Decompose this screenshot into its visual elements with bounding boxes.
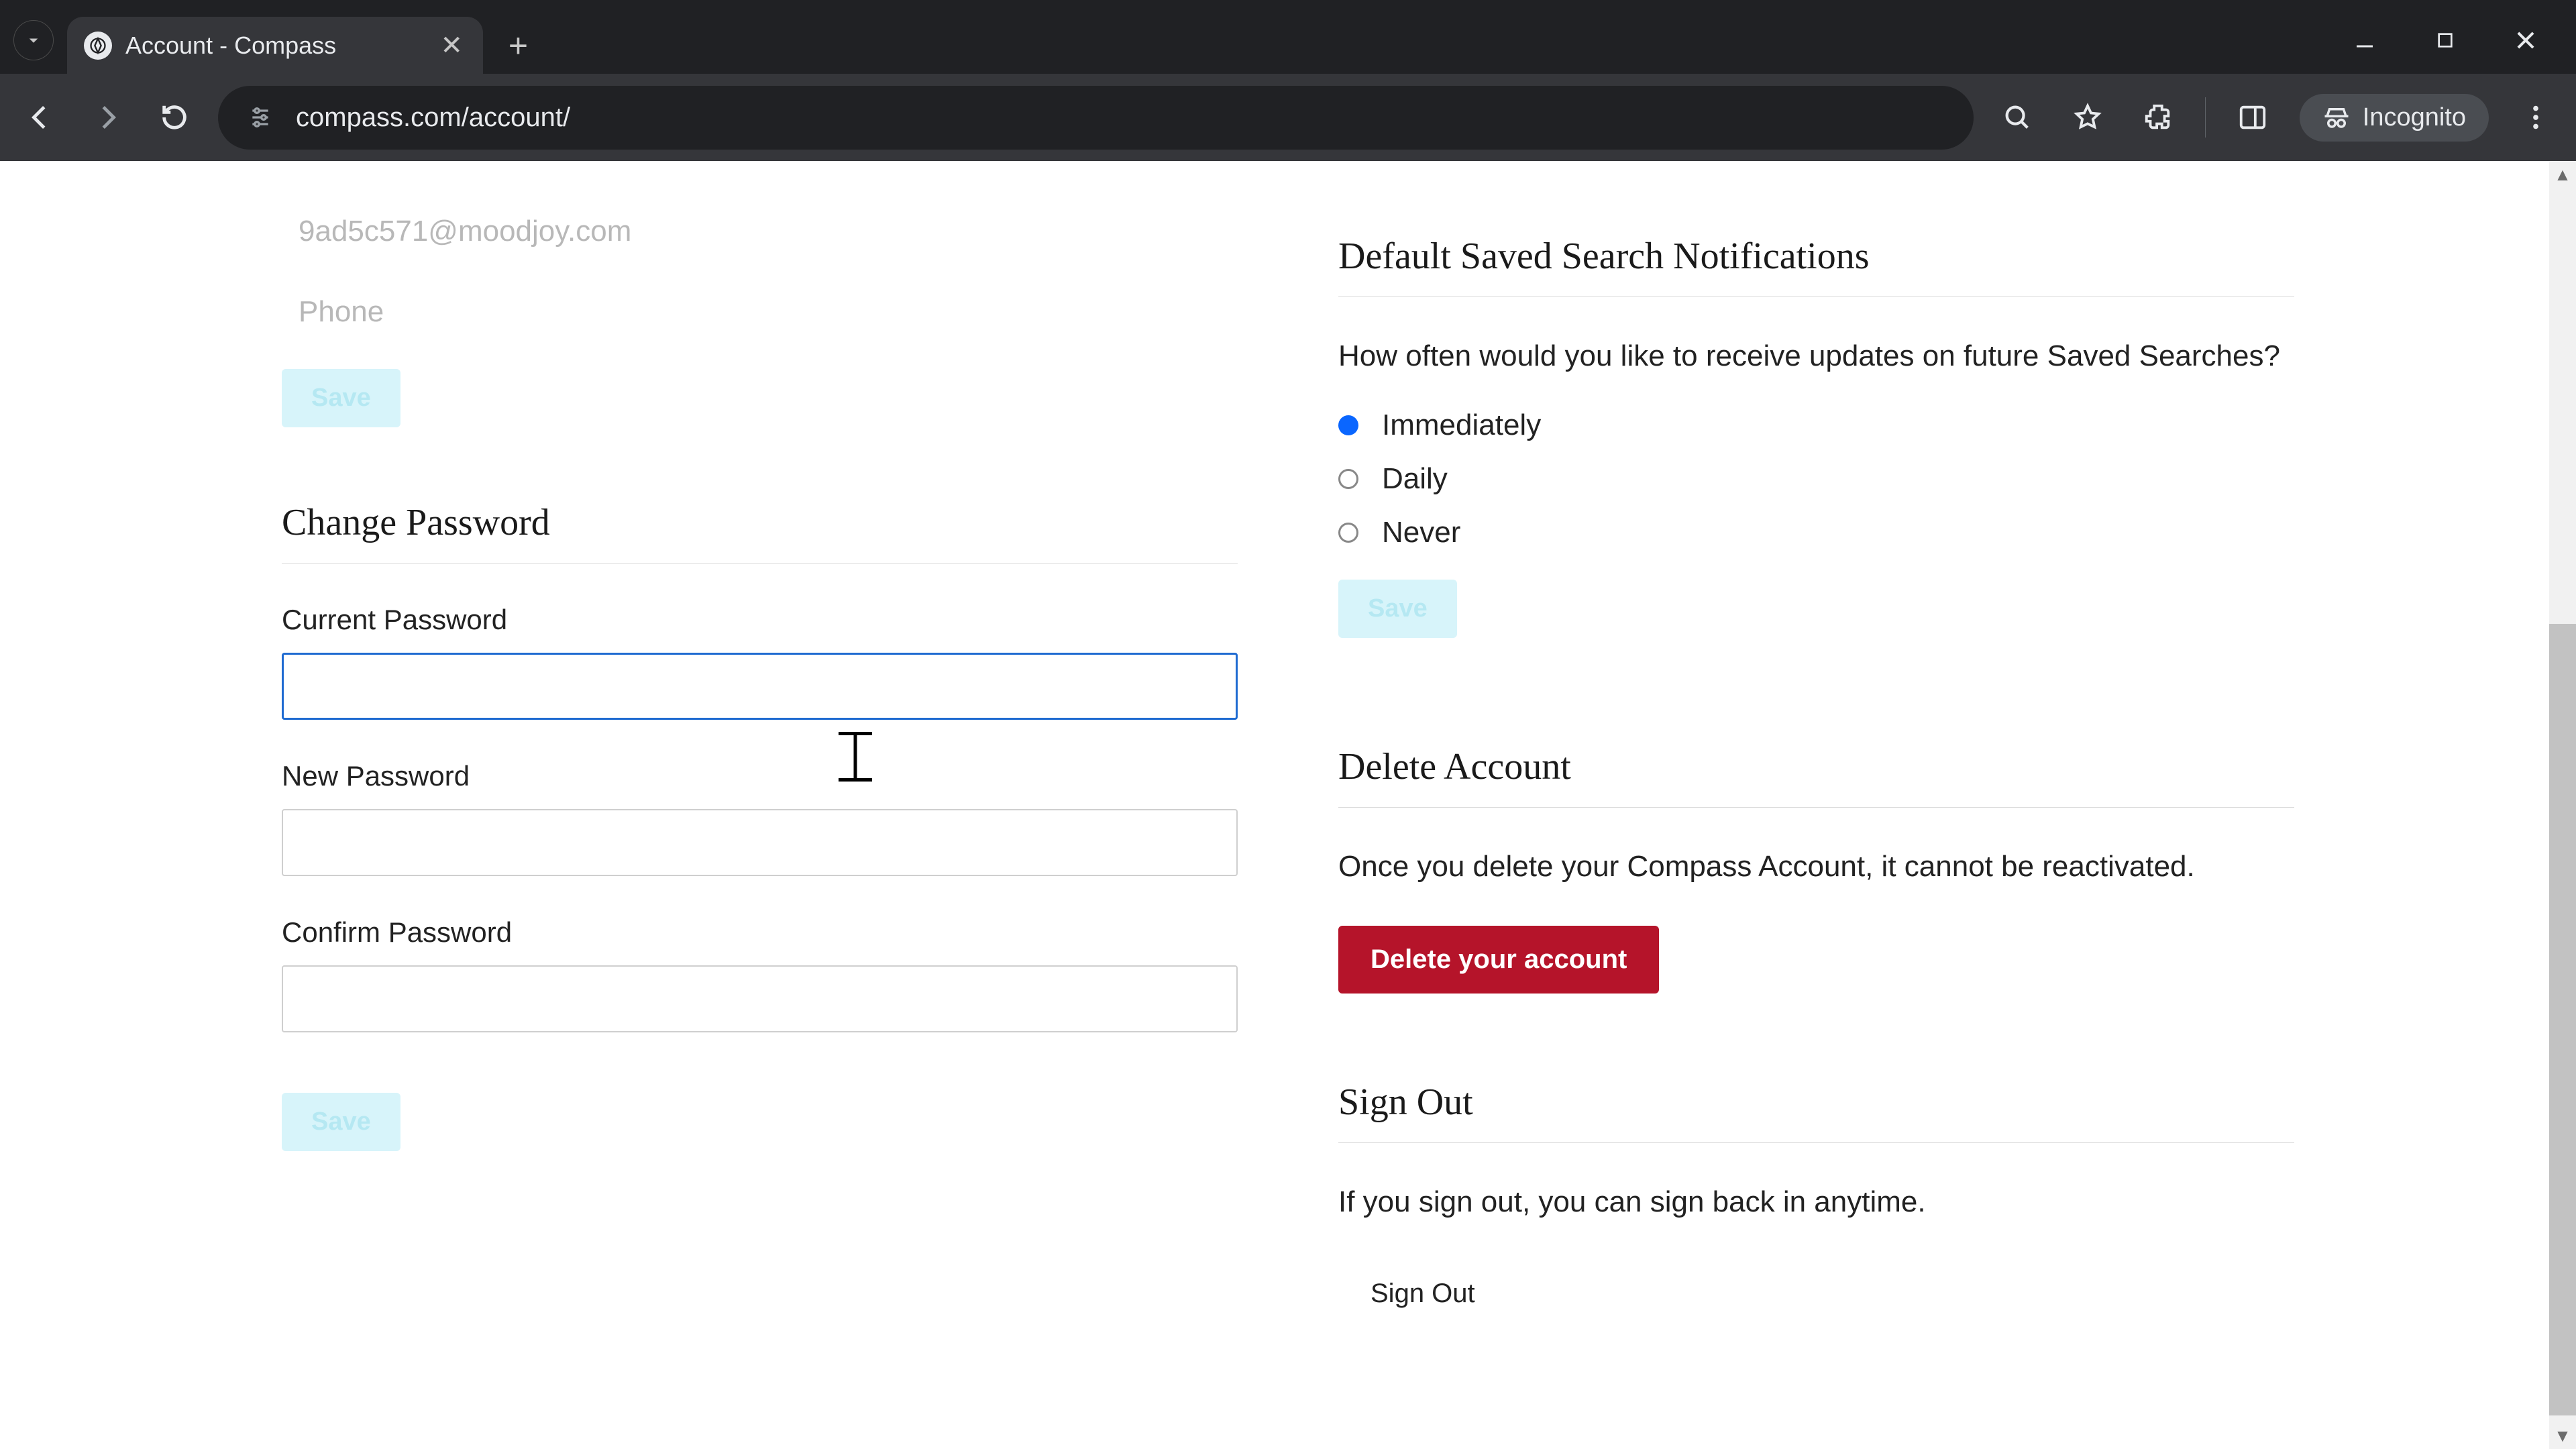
radio-icon: [1338, 523, 1358, 543]
browser-toolbar: compass.com/account/ Incognito: [0, 74, 2576, 161]
incognito-label: Incognito: [2363, 103, 2466, 132]
extensions-icon[interactable]: [2135, 94, 2182, 141]
bookmark-star-icon[interactable]: [2064, 94, 2111, 141]
url-text: compass.com/account/: [296, 103, 570, 133]
tab-favicon-icon: [84, 32, 112, 60]
text-cursor-icon: [839, 735, 872, 782]
browser-chrome: Account - Compass ✕ +: [0, 0, 2576, 161]
confirm-password-label: Confirm Password: [282, 916, 1238, 949]
confirm-password-input[interactable]: [282, 965, 1238, 1032]
sign-out-heading: Sign Out: [1338, 1081, 2294, 1143]
notifications-heading: Default Saved Search Notifications: [1338, 235, 2294, 297]
reload-button[interactable]: [151, 94, 198, 141]
phone-input-placeholder[interactable]: Phone: [282, 268, 1238, 349]
radio-option-never[interactable]: Never: [1338, 516, 2294, 549]
toolbar-right-icons: Incognito: [1994, 94, 2559, 142]
kebab-menu-icon[interactable]: [2512, 94, 2559, 141]
browser-tab[interactable]: Account - Compass ✕: [67, 17, 483, 74]
current-password-input[interactable]: [282, 653, 1238, 720]
incognito-icon: [2322, 103, 2351, 131]
forward-button: [84, 94, 131, 141]
right-column: Default Saved Search Notifications How o…: [1338, 195, 2294, 1326]
delete-account-description: Once you delete your Compass Account, it…: [1338, 845, 2294, 889]
back-button[interactable]: [17, 94, 64, 141]
sign-out-button[interactable]: Sign Out: [1338, 1261, 1507, 1326]
toolbar-divider: [2205, 97, 2206, 138]
side-panel-icon[interactable]: [2229, 94, 2276, 141]
radio-option-immediately[interactable]: Immediately: [1338, 409, 2294, 442]
scrollbar-thumb[interactable]: [2549, 624, 2576, 1415]
radio-label: Never: [1382, 516, 1460, 549]
window-maximize-icon[interactable]: [2428, 23, 2462, 57]
search-icon[interactable]: [1994, 94, 2041, 141]
radio-option-daily[interactable]: Daily: [1338, 462, 2294, 496]
new-password-input[interactable]: [282, 809, 1238, 876]
current-password-label: Current Password: [282, 604, 1238, 636]
tab-close-icon[interactable]: ✕: [440, 30, 463, 61]
new-password-label: New Password: [282, 760, 1238, 792]
radio-icon: [1338, 415, 1358, 435]
save-notifications-button[interactable]: Save: [1338, 580, 1457, 638]
tab-title: Account - Compass: [125, 32, 427, 60]
sign-out-description: If you sign out, you can sign back in an…: [1338, 1180, 2294, 1224]
scroll-down-arrow-icon[interactable]: ▼: [2549, 1422, 2576, 1449]
email-readonly-field: 9ad5c571@moodjoy.com: [282, 195, 1238, 268]
vertical-scrollbar[interactable]: ▲ ▼: [2549, 161, 2576, 1449]
window-minimize-icon[interactable]: [2348, 23, 2381, 57]
save-password-button[interactable]: Save: [282, 1093, 400, 1151]
save-profile-button[interactable]: Save: [282, 369, 400, 427]
tab-search-dropdown-icon[interactable]: [13, 20, 54, 60]
notification-frequency-radio-group: Immediately Daily Never: [1338, 409, 2294, 549]
window-controls: [2348, 23, 2576, 74]
change-password-heading: Change Password: [282, 501, 1238, 564]
radio-icon: [1338, 469, 1358, 489]
page-viewport: 9ad5c571@moodjoy.com Phone Save Change P…: [0, 161, 2576, 1449]
radio-label: Immediately: [1382, 409, 1541, 442]
new-tab-button[interactable]: +: [500, 27, 537, 64]
address-bar[interactable]: compass.com/account/: [218, 86, 1974, 150]
account-settings-page: 9ad5c571@moodjoy.com Phone Save Change P…: [0, 161, 2576, 1449]
scroll-up-arrow-icon[interactable]: ▲: [2549, 161, 2576, 188]
left-column: 9ad5c571@moodjoy.com Phone Save Change P…: [282, 195, 1238, 1326]
tab-strip: Account - Compass ✕ +: [0, 0, 2576, 74]
notifications-description: How often would you like to receive upda…: [1338, 334, 2294, 378]
delete-account-button[interactable]: Delete your account: [1338, 926, 1659, 994]
window-close-icon[interactable]: [2509, 23, 2542, 57]
site-settings-icon[interactable]: [245, 102, 276, 133]
incognito-indicator[interactable]: Incognito: [2300, 94, 2489, 142]
radio-label: Daily: [1382, 462, 1448, 496]
delete-account-heading: Delete Account: [1338, 745, 2294, 808]
